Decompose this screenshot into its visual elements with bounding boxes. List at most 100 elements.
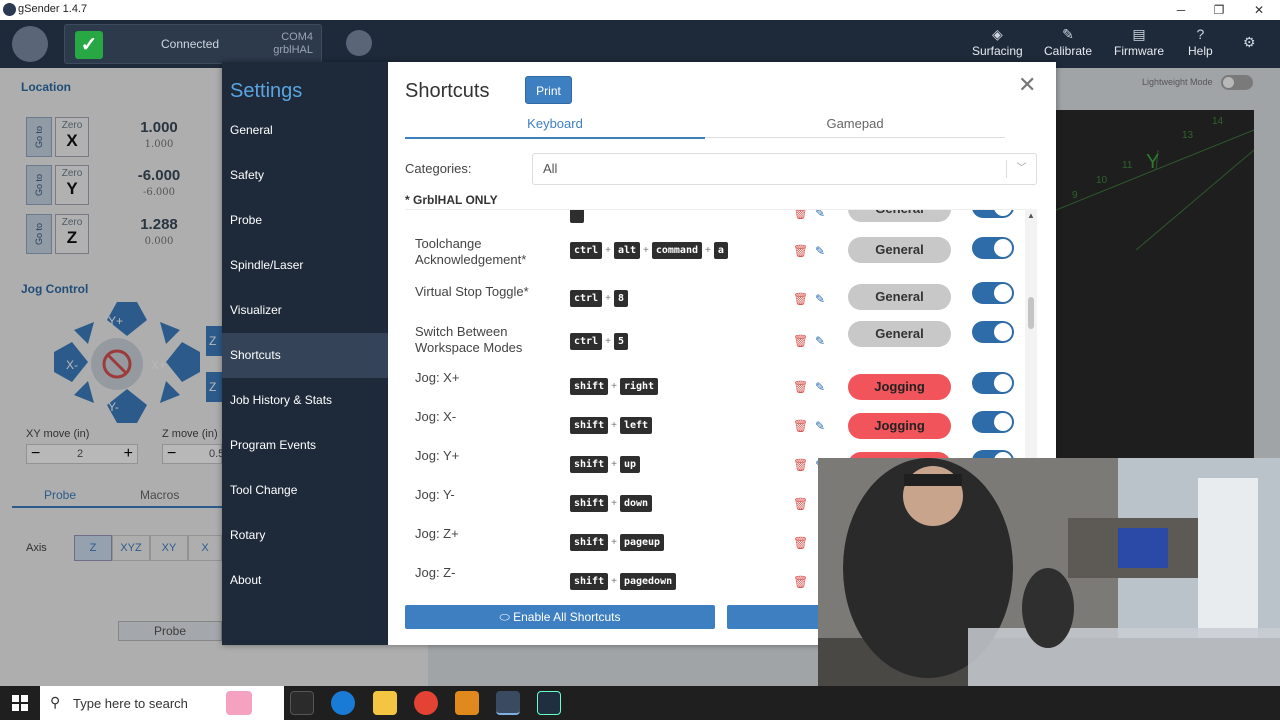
category-pill: General	[848, 284, 951, 310]
shortcut-name: Jog: Z-	[415, 565, 456, 580]
trash-icon[interactable]: 🗑	[793, 575, 808, 589]
shortcut-toggle[interactable]	[972, 411, 1014, 433]
chevron-down-icon: ﹀	[1006, 160, 1036, 178]
window-titlebar: gSender 1.4.7 ─ ❐ ✕	[0, 0, 1280, 20]
minimize-button[interactable]: ─	[1162, 0, 1200, 20]
table-row: Virtual Stop Toggle* ctrl +8 🗑 ✎ General	[405, 280, 1037, 320]
gear-icon[interactable]: ⚙	[1243, 34, 1256, 52]
gsender-logo-icon	[12, 26, 48, 62]
shortcut-keys: ctrl +8	[570, 290, 631, 307]
shortcut-keys: shift + left	[570, 417, 655, 434]
sidebar-item-spindle-laser[interactable]: Spindle/Laser	[222, 243, 388, 288]
shortcut-toggle[interactable]	[972, 237, 1014, 259]
workflow-icon[interactable]	[346, 30, 372, 56]
sidebar-item-about[interactable]: About	[222, 558, 388, 603]
scroll-thumb[interactable]	[1028, 297, 1034, 329]
shortcut-keys: ctrl +5	[570, 333, 631, 350]
edit-icon[interactable]: ✎	[815, 244, 825, 258]
shortcut-name: Switch Between Workspace Modes	[415, 324, 523, 355]
category-pill: General	[848, 210, 951, 222]
trash-icon[interactable]: 🗑	[793, 497, 808, 511]
categories-label: Categories:	[405, 161, 472, 176]
shortcut-toggle[interactable]	[972, 372, 1014, 394]
trash-icon[interactable]: 🗑	[793, 458, 808, 472]
sidebar-item-probe[interactable]: Probe	[222, 198, 388, 243]
table-row: Jog: X- shift + left 🗑 ✎ Jogging	[405, 405, 1037, 444]
shortcut-keys: shift + pageup	[570, 534, 667, 551]
edit-icon[interactable]: ✎	[815, 292, 825, 306]
edit-icon[interactable]: ✎	[815, 419, 825, 433]
shortcut-name: Virtual Stop Toggle*	[415, 284, 529, 299]
close-window-button[interactable]: ✕	[1240, 0, 1278, 20]
settings-title: Settings	[230, 80, 303, 102]
trash-icon[interactable]: 🗑	[793, 419, 808, 433]
taskbar-search[interactable]: ⚲ Type here to search	[40, 686, 284, 720]
trash-icon[interactable]: 🗑	[793, 536, 808, 550]
shortcut-name: Jog: Y+	[415, 448, 460, 463]
connected-check-icon: ✓	[75, 31, 103, 59]
toggle-icon: ⬭	[499, 610, 514, 624]
grblhal-note: * GrblHAL ONLY	[405, 193, 498, 207]
help-icon: ?	[1196, 26, 1205, 42]
app-icon[interactable]	[455, 691, 479, 715]
sidebar-item-job-history[interactable]: Job History & Stats	[222, 378, 388, 423]
edit-icon[interactable]: ✎	[815, 380, 825, 394]
shortcut-name: Jog: Y-	[415, 487, 455, 502]
trash-icon[interactable]: 🗑	[793, 244, 808, 258]
chrome-icon[interactable]	[414, 691, 438, 715]
trash-icon[interactable]: 🗑	[793, 292, 808, 306]
table-row: Switch Between Workspace Modes ctrl +5 🗑 …	[405, 320, 1037, 366]
sidebar-item-safety[interactable]: Safety	[222, 153, 388, 198]
sidebar-item-general[interactable]: General	[222, 108, 388, 153]
close-icon[interactable]: ✕	[1018, 72, 1036, 98]
enable-all-shortcuts-button[interactable]: ⬭ Enable All Shortcuts	[405, 605, 715, 629]
categories-select[interactable]: All ﹀	[532, 153, 1037, 185]
gsender-taskbar-icon[interactable]	[496, 691, 520, 715]
print-button[interactable]: Print	[525, 76, 572, 104]
nav-help[interactable]: ? Help	[1188, 26, 1213, 58]
surfacing-icon: ◈	[991, 26, 1003, 42]
settings-sidebar: Settings General Safety Probe Spindle/La…	[222, 62, 388, 645]
screen-recorder-icon[interactable]	[537, 691, 561, 715]
app-logo-icon	[3, 3, 16, 16]
firmware-icon: ▤	[1132, 26, 1146, 42]
webcam-overlay	[818, 458, 1280, 720]
edit-icon[interactable]: ✎	[815, 210, 825, 220]
trash-icon[interactable]: 🗑	[793, 380, 808, 394]
maximize-button[interactable]: ❐	[1200, 0, 1238, 20]
edge-icon[interactable]	[331, 691, 355, 715]
gift-icon	[226, 691, 252, 715]
shortcut-keys: shift + up	[570, 456, 643, 473]
shortcut-keys: shift + down	[570, 495, 655, 512]
sidebar-item-shortcuts[interactable]: Shortcuts	[222, 333, 388, 378]
webcam-image	[818, 458, 1280, 720]
shortcut-toggle[interactable]	[972, 321, 1014, 343]
category-pill: General	[848, 321, 951, 347]
window-title: gSender 1.4.7	[18, 3, 88, 15]
shortcut-name: Jog: X-	[415, 409, 457, 424]
tab-gamepad[interactable]: Gamepad	[705, 116, 1005, 138]
task-view-icon[interactable]	[290, 691, 314, 715]
edit-icon[interactable]: ✎	[815, 334, 825, 348]
nav-firmware[interactable]: ▤ Firmware	[1114, 26, 1164, 58]
sidebar-item-visualizer[interactable]: Visualizer	[222, 288, 388, 333]
trash-icon[interactable]: 🗑	[793, 334, 808, 348]
sidebar-item-rotary[interactable]: Rotary	[222, 513, 388, 558]
sidebar-item-tool-change[interactable]: Tool Change	[222, 468, 388, 513]
scroll-up-icon[interactable]: ▲	[1027, 211, 1035, 220]
shortcuts-title: Shortcuts	[405, 80, 490, 102]
shortcut-name: Toolchange Acknowledgement*	[415, 236, 527, 267]
nav-calibrate[interactable]: ✎ Calibrate	[1044, 26, 1092, 58]
shortcut-toggle[interactable]	[972, 282, 1014, 304]
windows-start-icon[interactable]	[12, 695, 28, 711]
sidebar-item-program-events[interactable]: Program Events	[222, 423, 388, 468]
nav-surfacing[interactable]: ◈ Surfacing	[972, 26, 1023, 58]
tab-keyboard[interactable]: Keyboard	[405, 116, 705, 139]
search-input[interactable]: Type here to search	[73, 696, 188, 711]
shortcut-toggle[interactable]	[972, 210, 1014, 218]
category-pill: General	[848, 237, 951, 263]
file-explorer-icon[interactable]	[373, 691, 397, 715]
connection-widget[interactable]: ✓ Connected COM4 grblHAL	[64, 24, 322, 64]
category-pill: Jogging	[848, 413, 951, 439]
trash-icon[interactable]: 🗑	[793, 210, 808, 220]
